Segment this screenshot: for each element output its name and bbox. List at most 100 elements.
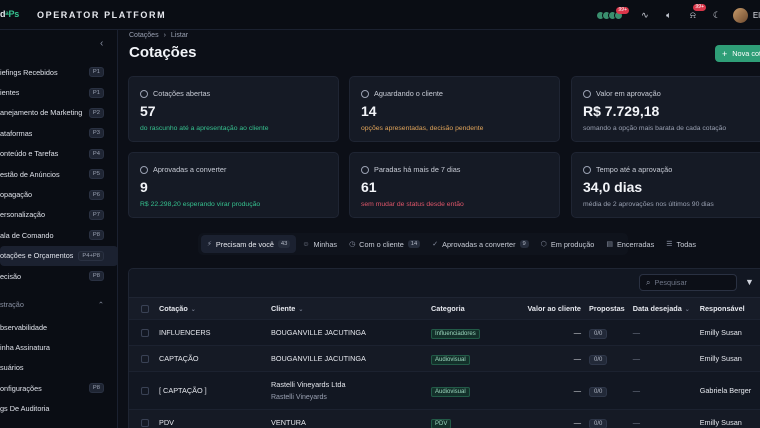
sidebar-section-admin[interactable]: stração ⌃ bbox=[0, 300, 104, 309]
row-checkbox[interactable] bbox=[141, 329, 149, 338]
sidebar-item-personalizacao[interactable]: ersonalização P7 bbox=[0, 205, 118, 225]
sidebar-item-briefings[interactable]: iefings Recebidos P1 bbox=[0, 62, 118, 82]
search-icon: ⌕ bbox=[646, 277, 651, 287]
sidebar-item-clientes[interactable]: ientes P1 bbox=[0, 82, 118, 102]
sidebar-item-propagacao[interactable]: opagação P6 bbox=[0, 184, 118, 204]
archive-icon: ▤ bbox=[606, 241, 613, 248]
chevron-down-icon: ⌄ bbox=[298, 307, 304, 313]
sidebar-item-plataformas[interactable]: ataformas P3 bbox=[0, 123, 118, 143]
category-chip: Audiovisual bbox=[431, 387, 470, 397]
chevron-down-icon: ⌄ bbox=[684, 307, 690, 313]
wallet-icon bbox=[583, 89, 591, 98]
table-row[interactable]: INFLUENCERS BOUGANVILLE JACUTINGA Influe… bbox=[129, 319, 760, 346]
check-circle-icon: ✓ bbox=[432, 241, 439, 248]
row-checkbox[interactable] bbox=[141, 355, 149, 364]
kpi-card-approved[interactable]: Aprovadas a converter 9 R$ 22.298,20 esp… bbox=[128, 152, 339, 218]
sidebar-item-assinatura[interactable]: inha Assinatura bbox=[0, 337, 118, 357]
client-subname: Rastelli Vineyards bbox=[271, 394, 327, 401]
clock-icon bbox=[361, 89, 369, 98]
file-icon bbox=[140, 89, 148, 98]
sidebar-item-decisao[interactable]: ecisão P8 bbox=[0, 266, 118, 286]
sidebar-item-cotacoes[interactable]: otações e Orçamentos P4+P8 bbox=[0, 245, 118, 266]
tab-producao[interactable]: ⬡ Em produção bbox=[535, 235, 601, 253]
sidebar-item-planejamento[interactable]: anejamento de Marketing P2 bbox=[0, 103, 118, 123]
kpi-card-value[interactable]: Valor em aprovação R$ 7.729,18 somando a… bbox=[571, 76, 760, 142]
sidebar-item-sala-comando[interactable]: ala de Comando P8 bbox=[0, 225, 118, 245]
kpi-sub: sem mudar de status desde então bbox=[361, 201, 464, 208]
kpi-value: 61 bbox=[361, 179, 377, 195]
chevron-left-icon[interactable]: ‹ bbox=[100, 38, 103, 49]
sidebar-item-anuncios[interactable]: estão de Anúncios P5 bbox=[0, 164, 118, 184]
kpi-card-waiting[interactable]: Aguardando o cliente 14 opções apresenta… bbox=[349, 76, 560, 142]
plus-icon: + bbox=[722, 48, 728, 59]
kpi-sub: média de 2 aprovações nos últimos 90 dia… bbox=[583, 201, 714, 208]
tab-precisam[interactable]: ⚡ Precisam de você 43 bbox=[201, 235, 297, 253]
warning-icon bbox=[361, 165, 369, 174]
user-name[interactable]: El bbox=[753, 11, 760, 20]
filter-icon[interactable]: ▼ bbox=[745, 277, 754, 287]
col-data[interactable]: Data desejada ⌄ bbox=[628, 297, 696, 320]
quotes-table-panel: ⌕ ▼ Cotação⌄ Cliente⌄ Categoria Valor ao… bbox=[128, 268, 760, 428]
volume-icon[interactable]: 🔈︎ bbox=[662, 8, 676, 22]
col-responsavel[interactable]: Responsável bbox=[695, 297, 760, 320]
kpi-sub: opções apresentadas, decisão pendente bbox=[361, 125, 484, 132]
col-categoria[interactable]: Categoria bbox=[427, 297, 519, 320]
breadcrumb-root[interactable]: Cotações bbox=[129, 32, 159, 39]
col-cotacao[interactable]: Cotação ⌄ bbox=[155, 297, 267, 320]
user-avatar[interactable] bbox=[732, 7, 748, 23]
category-chip: PDV bbox=[431, 419, 452, 428]
kpi-value: 9 bbox=[140, 179, 148, 195]
tab-encerradas[interactable]: ▤ Encerradas bbox=[600, 235, 660, 253]
kpi-value: R$ 7.729,18 bbox=[583, 103, 660, 119]
sidebar-item-observabilidade[interactable]: bservabilidade bbox=[0, 317, 118, 337]
sidebar-item-configuracoes[interactable]: onfigurações P8 bbox=[0, 378, 118, 398]
tab-com-cliente[interactable]: ◷ Com o cliente 14 bbox=[343, 235, 426, 253]
kpi-sub: somando a opção mais barata de cada cota… bbox=[583, 125, 727, 132]
table-row[interactable]: PDV VENTURA PDV — 0/0 — Emilly Susan bbox=[129, 409, 760, 428]
row-checkbox[interactable] bbox=[141, 419, 149, 428]
table-row[interactable]: [ CAPTAÇÃO ] Rastelli Vineyards Ltda Rast… bbox=[129, 371, 760, 410]
proposals-badge: 0/0 bbox=[589, 419, 608, 428]
sidebar-item-auditoria[interactable]: gs De Auditoria bbox=[0, 399, 118, 419]
search-input[interactable] bbox=[654, 278, 735, 287]
check-circle-icon bbox=[140, 165, 148, 174]
app-logo[interactable]: dᵃPs bbox=[0, 9, 19, 19]
col-valor[interactable]: Valor ao cliente bbox=[519, 297, 585, 320]
moon-icon[interactable]: ☾ bbox=[710, 8, 724, 22]
timer-icon bbox=[583, 165, 591, 174]
online-users[interactable]: 99+ bbox=[595, 6, 629, 20]
row-checkbox[interactable] bbox=[141, 387, 149, 396]
bolt-icon: ⚡ bbox=[207, 241, 212, 248]
kpi-card-time[interactable]: Tempo até a aprovação 34,0 dias média de… bbox=[571, 152, 760, 218]
sidebar-item-conteudo[interactable]: onteúdo e Tarefas P4 bbox=[0, 144, 118, 164]
users-badge: 99+ bbox=[616, 6, 629, 14]
sidebar-admin-nav: bservabilidade inha Assinatura suários o… bbox=[0, 317, 118, 419]
bell-icon[interactable]: ⍾ 99+ bbox=[686, 4, 706, 22]
user-icon: ☺ bbox=[302, 240, 310, 248]
kpi-value: 14 bbox=[361, 103, 377, 119]
tab-minhas[interactable]: ☺ Minhas bbox=[296, 235, 343, 253]
col-propostas[interactable]: Propostas bbox=[585, 297, 629, 320]
activity-icon[interactable]: ∿ bbox=[638, 8, 652, 22]
tab-todas[interactable]: ☰ Todas bbox=[660, 235, 702, 253]
sidebar-item-usuarios[interactable]: suários bbox=[0, 358, 118, 378]
category-chip: Influenciadores bbox=[431, 329, 480, 339]
proposals-badge: 0/0 bbox=[589, 329, 608, 339]
search-box[interactable]: ⌕ bbox=[639, 274, 737, 291]
kpi-card-open[interactable]: Cotações abertas 57 do rascunho até a ap… bbox=[128, 76, 339, 142]
new-quote-button[interactable]: + Nova cot bbox=[715, 45, 760, 62]
chevron-up-icon: ⌃ bbox=[97, 300, 104, 309]
kpi-card-stalled[interactable]: Paradas há mais de 7 dias 61 sem mudar d… bbox=[349, 152, 560, 218]
kpi-value: 34,0 dias bbox=[583, 179, 643, 195]
select-all-checkbox[interactable] bbox=[141, 305, 149, 314]
box-icon: ⬡ bbox=[540, 241, 547, 248]
col-cliente[interactable]: Cliente ⌄ bbox=[267, 297, 427, 320]
kpi-sub: R$ 22.298,20 esperando virar produção bbox=[140, 201, 261, 208]
table-row[interactable]: CAPTAÇÃO BOUGANVILLE JACUTINGA Audiovisu… bbox=[129, 345, 760, 372]
top-right-actions: 99+ ∿ 🔈︎ ⍾ 99+ ☾ El bbox=[595, 4, 760, 24]
list-icon: ☰ bbox=[666, 241, 673, 248]
filter-tabs: ⚡ Precisam de você 43 ☺ Minhas ◷ Com o clien… bbox=[198, 233, 696, 255]
proposals-badge: 0/0 bbox=[589, 355, 608, 365]
sidebar: ‹ iefings Recebidos P1 ientes P1 anejament… bbox=[0, 30, 118, 428]
tab-aprovadas[interactable]: ✓ Aprovadas a converter 9 bbox=[426, 235, 535, 253]
